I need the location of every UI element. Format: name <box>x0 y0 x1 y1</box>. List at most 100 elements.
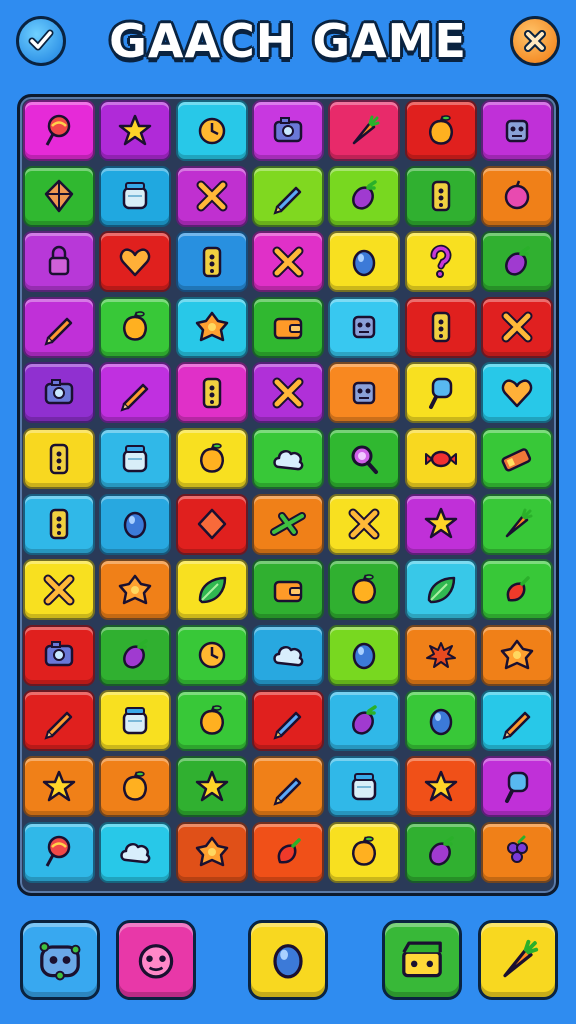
board-tile[interactable] <box>251 100 324 161</box>
board-tile[interactable] <box>175 624 248 686</box>
eggplant-icon <box>352 180 377 210</box>
board-tile[interactable] <box>328 756 401 817</box>
board-tile[interactable] <box>404 428 477 489</box>
clapper-button[interactable] <box>382 920 462 1000</box>
board-tile[interactable] <box>175 165 248 227</box>
eggplant-icon <box>504 245 530 276</box>
board-tile[interactable] <box>23 428 95 489</box>
board-tile[interactable] <box>175 428 248 489</box>
board-tile[interactable] <box>404 690 477 752</box>
board-tile[interactable] <box>251 624 324 686</box>
board-tile[interactable] <box>480 296 553 358</box>
board-tile[interactable] <box>251 821 324 883</box>
board-tile[interactable] <box>175 231 248 293</box>
board-tile[interactable] <box>404 362 477 424</box>
board-tile[interactable] <box>328 821 401 883</box>
board-tile[interactable] <box>480 821 553 883</box>
board-tile[interactable] <box>480 231 553 293</box>
board-tile[interactable] <box>328 362 401 424</box>
board-tile[interactable] <box>23 756 95 817</box>
board-tile[interactable] <box>251 231 324 293</box>
board-tile[interactable] <box>175 821 248 883</box>
board-tile[interactable] <box>99 624 172 686</box>
board-tile[interactable] <box>99 165 172 227</box>
board-tile[interactable] <box>404 624 477 686</box>
board-tile[interactable] <box>328 165 401 227</box>
board-tile[interactable] <box>328 559 401 621</box>
board-tile[interactable] <box>175 756 248 817</box>
board-tile[interactable] <box>328 231 401 293</box>
board-tile[interactable] <box>23 821 95 883</box>
board-tile[interactable] <box>99 690 172 752</box>
board-tile[interactable] <box>251 559 324 621</box>
board-tile[interactable] <box>480 428 553 489</box>
board-tile[interactable] <box>23 624 95 686</box>
board-tile[interactable] <box>251 493 324 555</box>
board-tile[interactable] <box>23 559 95 621</box>
board-tile[interactable] <box>99 821 172 883</box>
board-tile[interactable] <box>404 493 477 555</box>
board-tile[interactable] <box>99 100 172 161</box>
board-tile[interactable] <box>23 690 95 752</box>
board-tile[interactable] <box>328 624 401 686</box>
board-tile[interactable] <box>328 100 401 161</box>
board-tile[interactable] <box>404 100 477 161</box>
board-tile[interactable] <box>175 559 248 621</box>
monster-button[interactable] <box>20 920 100 1000</box>
board-tile[interactable] <box>23 100 95 161</box>
board-tile[interactable] <box>251 428 324 489</box>
plane-icon <box>269 512 306 537</box>
orb-button[interactable] <box>248 920 328 1000</box>
board-tile[interactable] <box>23 165 95 227</box>
board-tile[interactable] <box>404 165 477 227</box>
board-tile[interactable] <box>404 231 477 293</box>
board-tile[interactable] <box>404 296 477 358</box>
board-tile[interactable] <box>480 756 553 817</box>
wallet-icon <box>273 318 303 340</box>
board-tile[interactable] <box>480 559 553 621</box>
ice-cream-icon <box>428 377 452 409</box>
board-tile[interactable] <box>251 362 324 424</box>
board-tile[interactable] <box>404 821 477 883</box>
board-tile[interactable] <box>23 296 95 358</box>
carrot-button[interactable] <box>478 920 558 1000</box>
board-tile[interactable] <box>99 362 172 424</box>
board-tile[interactable] <box>328 690 401 752</box>
board-tile[interactable] <box>23 493 95 555</box>
close-button[interactable] <box>510 16 560 66</box>
board-tile[interactable] <box>99 428 172 489</box>
board-tile[interactable] <box>404 756 477 817</box>
board-tile[interactable] <box>480 362 553 424</box>
board-tile[interactable] <box>23 362 95 424</box>
bomb-button[interactable] <box>116 920 196 1000</box>
board-tile[interactable] <box>251 690 324 752</box>
board-tile[interactable] <box>480 690 553 752</box>
board-tile[interactable] <box>175 493 248 555</box>
battery-icon <box>501 447 531 472</box>
pepper-icon <box>277 838 301 864</box>
board-tile[interactable] <box>328 428 401 489</box>
board-tile[interactable] <box>99 559 172 621</box>
board-tile[interactable] <box>480 493 553 555</box>
board-tile[interactable] <box>480 165 553 227</box>
board-tile[interactable] <box>175 690 248 752</box>
board-tile[interactable] <box>99 756 172 817</box>
board-tile[interactable] <box>480 624 553 686</box>
board-tile[interactable] <box>328 493 401 555</box>
lollipop-icon <box>45 835 71 867</box>
board-tile[interactable] <box>99 296 172 358</box>
board-tile[interactable] <box>404 559 477 621</box>
board-tile[interactable] <box>480 100 553 161</box>
board-tile[interactable] <box>99 493 172 555</box>
board-tile[interactable] <box>251 296 324 358</box>
board-tile[interactable] <box>328 296 401 358</box>
board-tile[interactable] <box>175 100 248 161</box>
board-tile[interactable] <box>175 362 248 424</box>
board-tile[interactable] <box>251 756 324 817</box>
board-tile[interactable] <box>99 231 172 293</box>
board-tile[interactable] <box>175 296 248 358</box>
candy-icon <box>424 450 457 467</box>
board-tile[interactable] <box>251 165 324 227</box>
phone-icon <box>202 377 221 409</box>
board-tile[interactable] <box>23 231 95 293</box>
